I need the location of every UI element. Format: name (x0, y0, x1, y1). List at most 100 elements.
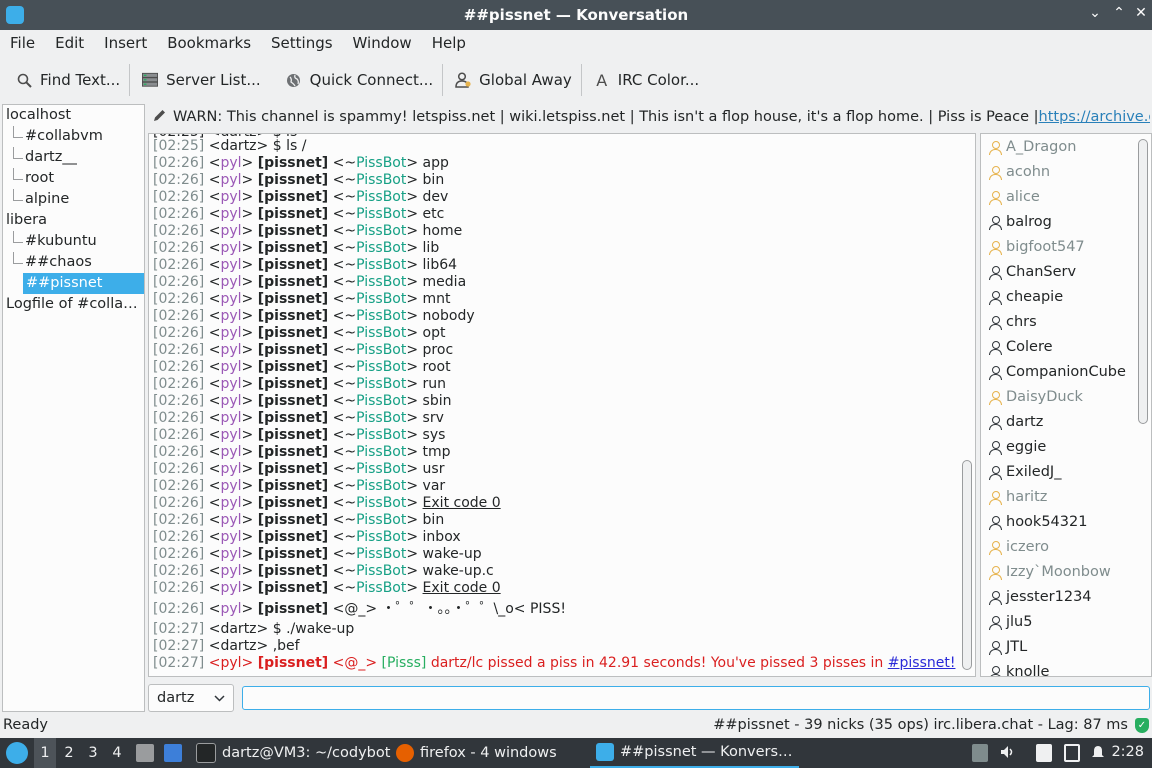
tree-item-localhost[interactable]: localhost (3, 105, 144, 126)
chat-nick[interactable]: pyl (220, 206, 241, 222)
chat-nick[interactable]: pyl (220, 529, 241, 545)
chat-nick[interactable]: pyl (220, 376, 241, 392)
nick-item[interactable]: ExiledJ_ (981, 460, 1151, 485)
nick-item[interactable]: alice (981, 185, 1151, 210)
nick-item[interactable]: bigfoot547 (981, 235, 1151, 260)
chat-nick[interactable]: pyl (220, 240, 241, 256)
tree-item-chaos[interactable]: ##chaos (3, 252, 144, 273)
chat-nick[interactable]: pyl (220, 359, 241, 375)
maximize-icon[interactable]: ⌃ (1110, 5, 1128, 21)
nick-item[interactable]: JTL (981, 635, 1151, 660)
chat-nick[interactable]: pyl (220, 563, 241, 579)
nick-list-scrollbar[interactable] (1138, 139, 1148, 669)
chat-nick[interactable]: pyl (220, 223, 241, 239)
nick-item[interactable]: DaisyDuck (981, 385, 1151, 410)
desktop-1[interactable]: 1 (34, 738, 56, 768)
desktop-2[interactable]: 2 (58, 738, 80, 768)
tree-item-alpine[interactable]: alpine (3, 189, 144, 210)
chat-nick[interactable]: pyl (220, 461, 241, 477)
nick-item[interactable]: Izzy`Moonbow (981, 560, 1151, 585)
chat-nick[interactable]: pyl (220, 601, 241, 617)
nick-item[interactable]: haritz (981, 485, 1151, 510)
chat-nick[interactable]: pyl (220, 546, 241, 562)
tree-item-dartz[interactable]: dartz__ (3, 147, 144, 168)
menu-window[interactable]: Window (343, 34, 422, 52)
tree-item-collabvm[interactable]: #collabvm (3, 126, 144, 147)
chat-nick[interactable]: pyl (220, 172, 241, 188)
nick-item[interactable]: hook54321 (981, 510, 1151, 535)
nick-item[interactable]: balrog (981, 210, 1151, 235)
chat-nick[interactable]: pyl (220, 444, 241, 460)
volume-icon[interactable] (1000, 744, 1016, 762)
chat-nick[interactable]: pyl (220, 274, 241, 290)
quick-connect-button[interactable]: Quick Connect... (270, 62, 443, 98)
notifications-icon[interactable] (1090, 744, 1106, 762)
chat-nick[interactable]: pyl (220, 478, 241, 494)
nick-item[interactable]: knolle (981, 660, 1151, 676)
nick-item[interactable]: chrs (981, 310, 1151, 335)
menu-help[interactable]: Help (422, 34, 476, 52)
show-desktop-icon[interactable] (164, 744, 182, 762)
desktop-3[interactable]: 3 (82, 738, 104, 768)
nick-item[interactable]: eggie (981, 435, 1151, 460)
chat-nick[interactable]: pyl (220, 410, 241, 426)
nick-list-scrollbar-thumb[interactable] (1138, 139, 1148, 424)
menu-bookmarks[interactable]: Bookmarks (157, 34, 261, 52)
chat-nick[interactable]: pyl (220, 308, 241, 324)
chat-nick[interactable]: pyl (220, 495, 241, 511)
tree-item-root[interactable]: root (3, 168, 144, 189)
start-menu-icon[interactable] (6, 742, 28, 764)
clipboard-icon[interactable] (1036, 744, 1052, 762)
chat-nick[interactable]: pyl (220, 393, 241, 409)
ssl-check-icon[interactable]: ✓ (1135, 718, 1149, 733)
chat-nick[interactable]: dartz (220, 638, 256, 654)
file-manager-icon[interactable] (136, 744, 154, 762)
nick-item[interactable]: Colere (981, 335, 1151, 360)
task-terminal[interactable]: dartz@VM3: ~/codybot (196, 738, 390, 768)
chat-nick[interactable]: pyl (220, 257, 241, 273)
chat-channel-link[interactable]: #pissnet! (888, 655, 956, 671)
edit-topic-icon[interactable] (152, 108, 167, 127)
task-firefox[interactable]: firefox - 4 windows (396, 738, 557, 768)
chat-nick[interactable]: pyl (220, 325, 241, 341)
chat-nick[interactable]: dartz (220, 621, 256, 637)
find-text-button[interactable]: Find Text... (0, 62, 129, 98)
chat-nick[interactable]: pyl (220, 342, 241, 358)
tree-item-logfile[interactable]: Logfile of #collabvm (3, 294, 144, 315)
menu-edit[interactable]: Edit (45, 34, 94, 52)
global-away-button[interactable]: Global Away (443, 62, 581, 98)
nick-item[interactable]: acohn (981, 160, 1151, 185)
chat-nick[interactable]: pyl (220, 427, 241, 443)
server-list-button[interactable]: Server List... (130, 62, 269, 98)
clock[interactable]: 2:28 (1111, 744, 1144, 760)
minimize-icon[interactable]: ⌄ (1086, 5, 1104, 21)
chat-scrollbar-thumb[interactable] (962, 460, 972, 670)
nick-item[interactable]: jlu5 (981, 610, 1151, 635)
chat-nick[interactable]: pyl (220, 291, 241, 307)
chat-nick[interactable]: pyl (220, 189, 241, 205)
nick-selector[interactable]: dartz (148, 684, 234, 712)
nick-item[interactable]: A_Dragon (981, 135, 1151, 160)
desktop-4[interactable]: 4 (106, 738, 128, 768)
network-icon[interactable] (1064, 744, 1080, 762)
menu-settings[interactable]: Settings (261, 34, 343, 52)
chat-nick[interactable]: pyl (220, 580, 241, 596)
task-konversation[interactable]: ##pissnet — Konvers… (590, 738, 799, 768)
tree-item-libera[interactable]: libera (3, 210, 144, 231)
topic-link[interactable]: https://archive.org/det... (1039, 109, 1150, 125)
nick-item[interactable]: CompanionCube (981, 360, 1151, 385)
menu-file[interactable]: File (0, 34, 45, 52)
irc-color-button[interactable]: A IRC Color... (582, 62, 708, 98)
chat-view[interactable]: [02:25] <dartz> $ ls / [02:26] <pyl> [pis… (148, 133, 976, 677)
tree-item-kubuntu[interactable]: #kubuntu (3, 231, 144, 252)
nick-item[interactable]: jesster1234 (981, 585, 1151, 610)
nick-item[interactable]: iczero (981, 535, 1151, 560)
tree-item-pissnet[interactable]: ##pissnet (23, 273, 144, 294)
chat-nick[interactable]: pyl (220, 155, 241, 171)
chat-nick[interactable]: pyl (220, 655, 241, 671)
menu-insert[interactable]: Insert (94, 34, 157, 52)
nick-item[interactable]: ChanServ (981, 260, 1151, 285)
chat-scrollbar[interactable] (962, 136, 972, 670)
close-icon[interactable]: ✕ (1132, 5, 1150, 21)
chat-nick[interactable]: pyl (220, 512, 241, 528)
